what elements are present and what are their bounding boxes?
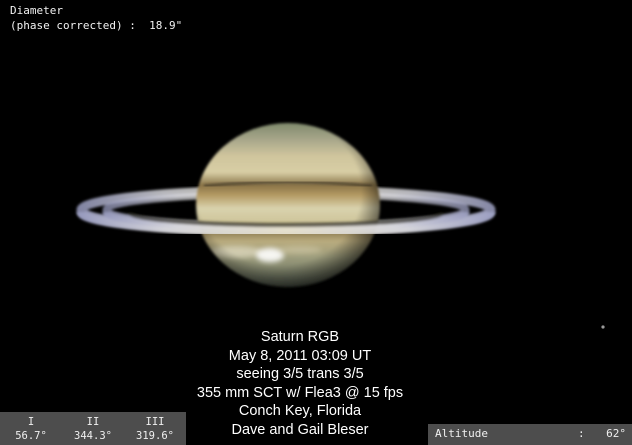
altitude-panel: Altitude : 62° <box>428 424 632 445</box>
cm-system-3-value: 319.6° <box>136 430 174 442</box>
caption-date: May 8, 2011 03:09 UT <box>228 347 372 364</box>
central-meridian-panel: I 56.7° II 344.3° III 319.6° <box>0 412 186 445</box>
cm-system-2-value: 344.3° <box>74 430 112 442</box>
cm-system-3-label: III <box>145 416 165 428</box>
cm-system-1-label: I <box>27 416 35 428</box>
caption-credit: Dave and Gail Bleser <box>231 421 369 438</box>
saturn-globe <box>196 123 380 287</box>
image-caption: Saturn RGB May 8, 2011 03:09 UT seeing 3… <box>150 328 450 440</box>
caption-title: Saturn RGB <box>260 329 340 345</box>
altitude-value: 62° <box>606 427 626 440</box>
altitude-label: Altitude <box>435 427 488 440</box>
cm-system-2-label: II <box>86 416 100 428</box>
caption-location: Conch Key, Florida <box>238 403 362 420</box>
caption-seeing: seeing 3/5 trans 3/5 <box>236 366 364 383</box>
altitude-separator: : <box>578 427 585 440</box>
diameter-readout: Diameter (phase corrected) : 18.9" <box>10 3 182 33</box>
caption-equipment: 355 mm SCT w/ Flea3 @ 15 fps <box>196 384 404 401</box>
diameter-value: (phase corrected) : 18.9" <box>10 19 183 32</box>
cm-system-1-value: 56.7° <box>15 430 47 442</box>
moon-speck <box>601 325 605 329</box>
diameter-label: Diameter <box>10 4 63 17</box>
